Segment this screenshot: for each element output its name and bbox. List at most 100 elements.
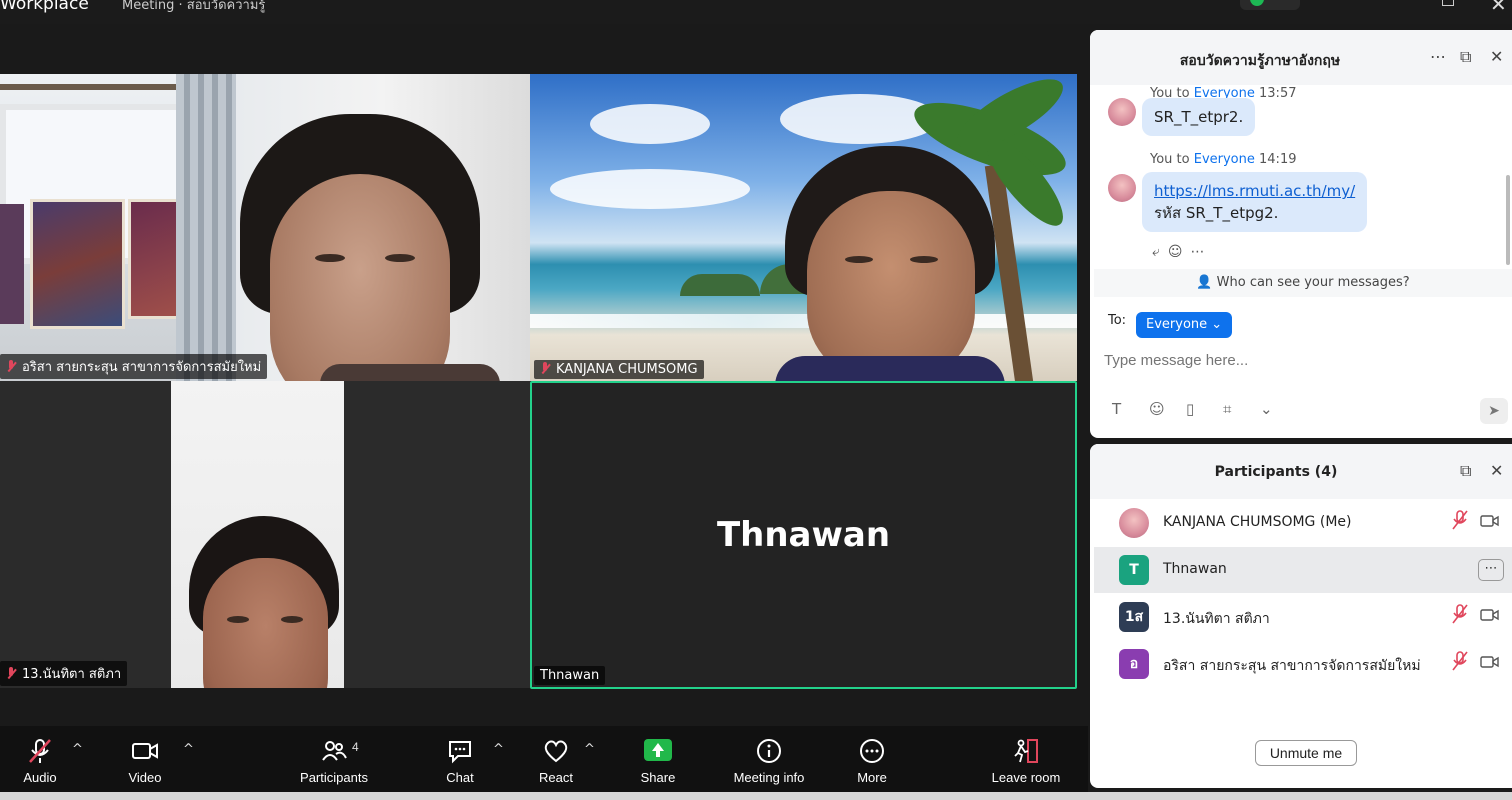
security-shield-icon[interactable] [1240,0,1300,10]
more-options-icon[interactable]: ⋯ [1190,244,1212,260]
participant-name: Thnawan [1163,561,1227,577]
participant-name: KANJANA CHUMSOMG (Me) [1163,514,1352,530]
recipient-dropdown[interactable]: Everyone ⌄ [1136,312,1233,338]
text-format-icon[interactable]: T [1112,400,1149,418]
meeting-label: Meeting · สอบวัดความรู้ [122,0,266,13]
video-tile-arisa[interactable]: อริสา สายกระสุน สาขาการจัดการสมัยใหม่ [0,74,530,381]
audio-button[interactable]: Audio [10,726,70,800]
video-camera-icon[interactable] [1480,655,1500,669]
participant-video-feed [171,381,344,688]
tile-name-tag: อริสา สายกระสุน สาขาการจัดการสมัยใหม่ [0,354,268,379]
meeting-toolbar: Audio ^ Video ^ 4 Participants Chat ^ Re… [0,726,1088,800]
to-label: To: [1108,313,1127,328]
message-bubble: https://lms.rmuti.ac.th/my/ รหัส SR_T_et… [1142,172,1368,232]
message-actions: ⤶☺⋯ [1152,244,1212,260]
participants-count-badge: 4 [352,740,359,754]
pop-out-icon[interactable]: ⧉ [1460,461,1471,481]
muted-mic-icon [6,360,16,372]
avatar: อ [1119,649,1149,679]
info-icon [757,739,781,763]
participant-row[interactable]: 1ส 13.นันทิตา สติภา [1094,594,1512,640]
meeting-info-label: Meeting info [733,770,805,785]
video-camera-icon [132,743,158,759]
meeting-info-button[interactable]: Meeting info [724,726,814,800]
video-options-caret-icon[interactable]: ^ [183,742,194,757]
muted-microphone-icon[interactable] [1452,604,1468,624]
title-bar: Workplace Meeting · สอบวัดความรู้ ✕ [0,0,1512,24]
video-camera-icon[interactable] [1480,514,1500,528]
participant-video-feed [240,114,500,381]
tile-big-name: Thnawan [716,515,891,555]
react-label: React [539,770,573,785]
reply-icon[interactable]: ⤶ [1152,244,1168,260]
chat-button[interactable]: Chat [430,726,490,800]
more-options-icon[interactable]: ⋯ [1430,47,1446,66]
video-tile-kanjana[interactable]: KANJANA CHUMSOMG [530,74,1077,381]
audio-options-caret-icon[interactable]: ^ [72,742,83,757]
who-can-see-text: Who can see your messages? [1216,275,1410,290]
participant-row[interactable]: อ อริสา สายกระสุน สาขาการจัดการสมัยใหม่ [1094,641,1512,687]
video-tile-thnawan-active-speaker[interactable]: Thnawan Thnawan [530,381,1077,689]
send-icon[interactable]: ➤ [1480,398,1508,424]
heart-icon [544,740,568,763]
chat-panel: สอบวัดความรู้ภาษาอังกฤษ ⋯ ⧉ ✕ You to Eve… [1090,30,1512,438]
avatar [1108,98,1136,126]
participant-video-feed [775,146,1005,381]
leave-door-icon [1014,739,1038,763]
avatar [1119,508,1149,538]
tile-name-tag: Thnawan [534,666,606,685]
tile-name-tag: KANJANA CHUMSOMG [534,360,704,379]
react-options-caret-icon[interactable]: ^ [584,742,595,757]
message-text: รหัส SR_T_etpg2. [1154,204,1279,222]
video-camera-icon[interactable] [1480,608,1500,622]
muted-mic-icon [6,667,16,679]
message-meta: You to Everyone 14:19 [1150,152,1297,167]
chat-options-caret-icon[interactable]: ^ [493,742,504,757]
poster [0,204,24,324]
video-tile-nantita[interactable]: 13.นันทิตา สติภา [0,381,530,688]
emoji-icon[interactable]: ☺ [1149,400,1186,418]
pop-out-icon[interactable]: ⧉ [1460,47,1471,67]
leave-room-label: Leave room [991,770,1061,785]
more-button[interactable]: More [842,726,902,800]
react-button[interactable]: React [526,726,586,800]
message-bubble[interactable]: SR_T_etpr2. [1142,98,1256,136]
compose-toolbar: T ☺ ▯ ⌗ ⌄ [1112,400,1280,418]
tile-name-tag: 13.นันทิตา สติภา [0,661,128,686]
chevron-down-icon[interactable]: ⌄ [1260,400,1280,418]
more-label: More [857,770,887,785]
video-button[interactable]: Video [115,726,175,800]
muted-microphone-icon[interactable] [1452,651,1468,671]
participant-row[interactable]: KANJANA CHUMSOMG (Me) [1094,500,1512,546]
file-icon[interactable]: ▯ [1186,400,1223,418]
share-screen-icon [644,739,672,761]
muted-microphone-icon[interactable] [1452,510,1468,530]
muted-microphone-icon [29,739,51,763]
chat-bubble-icon [449,741,471,764]
minimize-window-icon[interactable] [1442,0,1454,6]
participant-more-button[interactable]: ⋯ [1478,559,1504,581]
taskbar-strip [0,792,1512,800]
share-button[interactable]: Share [628,726,688,800]
avatar [1108,174,1136,202]
chat-scrollbar[interactable] [1506,175,1510,265]
participants-header: Participants (4) ⧉ ✕ [1090,444,1512,499]
who-can-see-link[interactable]: 👤 Who can see your messages? [1094,269,1512,297]
participants-icon [322,741,347,761]
unmute-me-button[interactable]: Unmute me [1255,740,1357,766]
message-input[interactable] [1104,346,1494,374]
lms-link[interactable]: https://lms.rmuti.ac.th/my/ [1154,182,1355,200]
close-window-icon[interactable]: ✕ [1490,0,1507,16]
participant-row[interactable]: T Thnawan ⋯ [1094,547,1512,593]
participants-label: Participants [300,770,368,785]
chat-label: Chat [446,770,474,785]
app-name: Workplace [0,0,89,14]
video-label: Video [128,770,162,785]
leave-room-button[interactable]: Leave room [986,726,1066,800]
close-icon[interactable]: ✕ [1490,47,1503,66]
close-icon[interactable]: ✕ [1490,461,1503,480]
participant-name: อริสา สายกระสุน สาขาการจัดการสมัยใหม่ [1163,658,1421,674]
emoji-reaction-icon[interactable]: ☺ [1168,244,1191,260]
screenshot-icon[interactable]: ⌗ [1223,400,1260,418]
participants-button[interactable]: 4 Participants [294,726,374,800]
